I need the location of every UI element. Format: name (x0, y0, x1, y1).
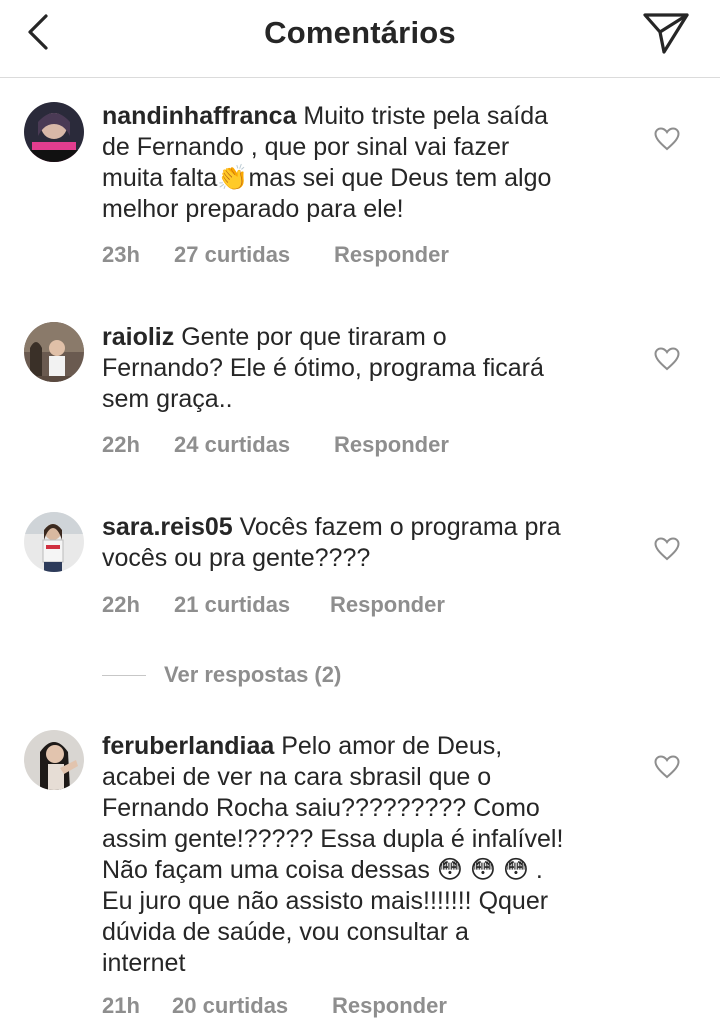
avatar[interactable] (24, 512, 84, 572)
like-button[interactable] (654, 347, 680, 371)
avatar[interactable] (24, 102, 84, 162)
comment-text: raioliz Gente por que tiraram o Fernando… (102, 322, 622, 415)
comment-meta: 21h 20 curtidas Responder (102, 993, 447, 1019)
comment-username[interactable]: sara.reis05 (102, 513, 233, 541)
view-replies-label: Ver respostas (2) (164, 662, 342, 687)
comment-text: nandinhaffranca Muito triste pela saída … (102, 101, 622, 225)
comment-text: sara.reis05 Vocês fazem o programa pra v… (102, 512, 622, 574)
heart-icon (654, 755, 680, 779)
heart-icon (654, 347, 680, 371)
likes-count[interactable]: 24 curtidas (174, 432, 334, 458)
comment-time: 23h (102, 242, 140, 267)
reply-button[interactable]: Responder (332, 993, 447, 1019)
comment-meta: 22h 21 curtidas Responder (102, 592, 445, 618)
likes-count[interactable]: 20 curtidas (172, 993, 332, 1019)
avatar[interactable] (24, 322, 84, 382)
comment-username[interactable]: feruberlandiaa (102, 732, 274, 760)
comment-time: 22h (102, 592, 140, 617)
header-bar: Comentários (0, 0, 720, 78)
like-button[interactable] (654, 127, 680, 151)
heart-icon (654, 127, 680, 151)
reply-button[interactable]: Responder (334, 432, 449, 458)
share-button[interactable] (642, 10, 690, 56)
like-button[interactable] (654, 755, 680, 779)
comment-time: 22h (102, 432, 140, 457)
paper-plane-icon (643, 13, 689, 54)
comment-body: Pelo amor de Deus, acabei de ver na cara… (102, 732, 564, 977)
page-title: Comentários (264, 15, 456, 50)
comment-text: feruberlandiaa Pelo amor de Deus, acabei… (102, 731, 622, 979)
avatar[interactable] (24, 730, 84, 790)
comment-username[interactable]: raioliz (102, 323, 174, 351)
comment-username[interactable]: nandinhaffranca (102, 102, 296, 130)
heart-icon (654, 537, 680, 561)
replies-divider (102, 674, 146, 676)
comment-meta: 22h 24 curtidas Responder (102, 432, 449, 458)
reply-button[interactable]: Responder (334, 242, 449, 268)
likes-count[interactable]: 27 curtidas (174, 242, 334, 268)
comment-time: 21h (102, 993, 140, 1018)
comment-meta: 23h 27 curtidas Responder (102, 242, 449, 268)
likes-count[interactable]: 21 curtidas (174, 592, 330, 618)
view-replies-button[interactable]: Ver respostas (2) (102, 662, 341, 688)
reply-button[interactable]: Responder (330, 592, 445, 618)
like-button[interactable] (654, 537, 680, 561)
